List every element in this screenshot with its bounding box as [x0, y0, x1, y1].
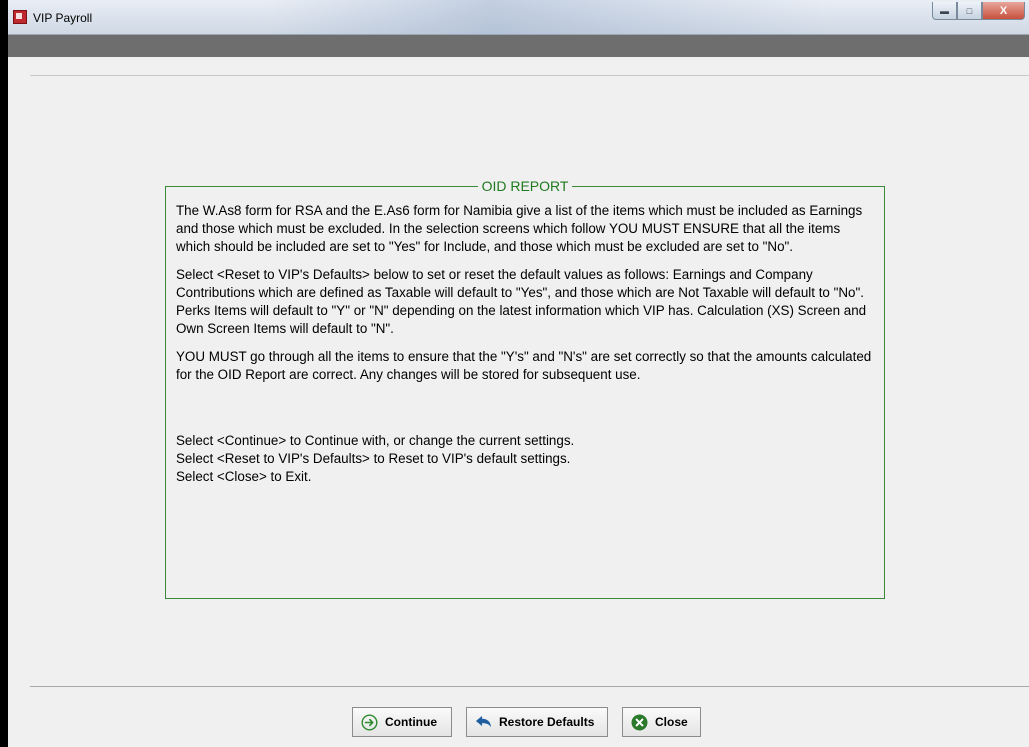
- close-button-label: Close: [655, 715, 688, 729]
- info-paragraph: YOU MUST go through all the items to ens…: [176, 349, 872, 382]
- arrow-right-circle-icon: [361, 713, 378, 731]
- restore-defaults-button[interactable]: Restore Defaults: [466, 707, 608, 737]
- window-controls: ▬ □ X: [932, 2, 1025, 20]
- oid-report-panel: OID REPORT The W.As8 form for RSA and th…: [165, 178, 885, 599]
- minimize-button[interactable]: ▬: [932, 2, 957, 20]
- oid-report-legend: OID REPORT: [481, 178, 569, 194]
- maximize-button[interactable]: □: [957, 2, 982, 20]
- restore-defaults-label: Restore Defaults: [499, 715, 595, 729]
- left-edge: [0, 0, 8, 747]
- toolbar-strip: [8, 35, 1029, 57]
- app-icon[interactable]: [13, 10, 27, 24]
- title-bar[interactable]: VIP Payroll ▬ □ X: [8, 0, 1029, 35]
- close-button[interactable]: Close: [622, 707, 701, 737]
- undo-arrow-icon: [475, 714, 492, 731]
- window-close-button[interactable]: X: [982, 2, 1025, 20]
- instruction-close: Select <Close> to Exit.: [176, 469, 312, 484]
- button-bar: Continue Restore Defaults Close: [352, 707, 701, 739]
- info-paragraph: Select <Reset to VIP's Defaults> below t…: [176, 267, 867, 336]
- continue-button[interactable]: Continue: [352, 707, 452, 737]
- continue-button-label: Continue: [385, 715, 437, 729]
- close-circle-icon: [631, 714, 648, 731]
- info-paragraph: The W.As8 form for RSA and the E.As6 for…: [176, 203, 863, 254]
- window-title: VIP Payroll: [33, 11, 93, 25]
- app-window: VIP Payroll ▬ □ X OID REPORT The W.As8 f…: [8, 0, 1029, 747]
- instruction-continue: Select <Continue> to Continue with, or c…: [176, 433, 575, 448]
- title-bar-gloss: [268, 0, 828, 34]
- instruction-reset: Select <Reset to VIP's Defaults> to Rese…: [176, 451, 571, 466]
